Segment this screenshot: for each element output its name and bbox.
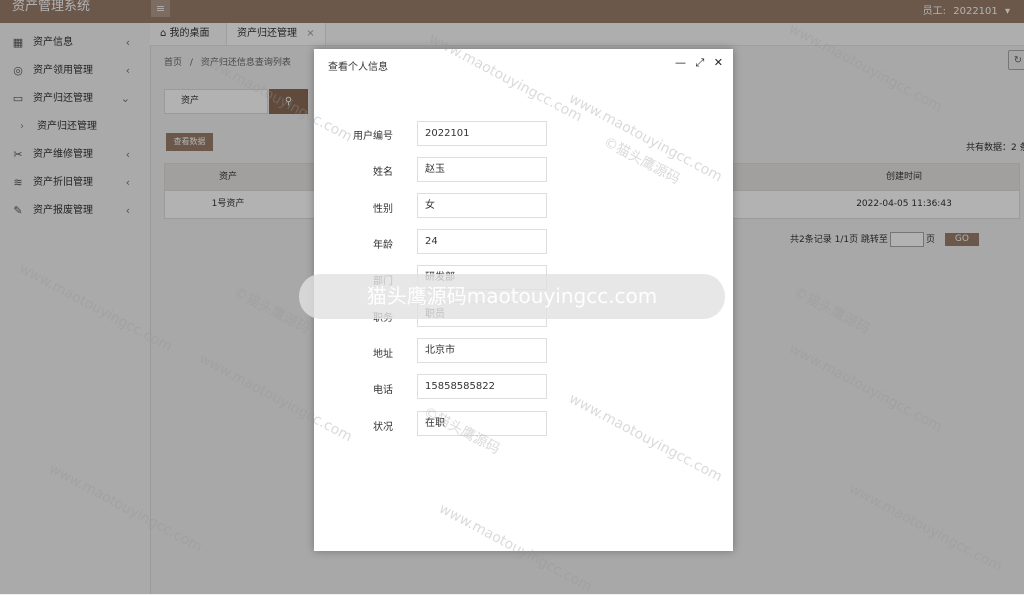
label-age: 年龄 — [373, 240, 393, 251]
field-status[interactable]: 在职 — [417, 411, 547, 436]
label-gender: 性别 — [373, 204, 393, 215]
field-address[interactable]: 北京市 — [417, 338, 547, 363]
label-address: 地址 — [373, 349, 393, 360]
label-name: 姓名 — [373, 167, 393, 178]
field-phone[interactable]: 15858585822 — [417, 374, 547, 399]
label-user-id: 用户编号 — [353, 131, 393, 142]
field-user-id[interactable]: 2022101 — [417, 121, 547, 146]
label-status: 状况 — [373, 422, 393, 433]
close-icon[interactable]: ✕ — [714, 56, 723, 69]
field-age[interactable]: 24 — [417, 229, 547, 254]
field-name[interactable]: 赵玉 — [417, 157, 547, 182]
minimize-icon[interactable]: — — [675, 56, 686, 69]
watermark-banner: 猫头鹰源码maotouyingcc.com — [299, 274, 725, 319]
modal-controls: — ⤢ ✕ — [669, 56, 723, 70]
field-gender[interactable]: 女 — [417, 193, 547, 218]
label-phone: 电话 — [373, 385, 393, 396]
maximize-icon[interactable]: ⤢ — [695, 56, 704, 69]
modal-title: 查看个人信息 — [328, 62, 388, 73]
